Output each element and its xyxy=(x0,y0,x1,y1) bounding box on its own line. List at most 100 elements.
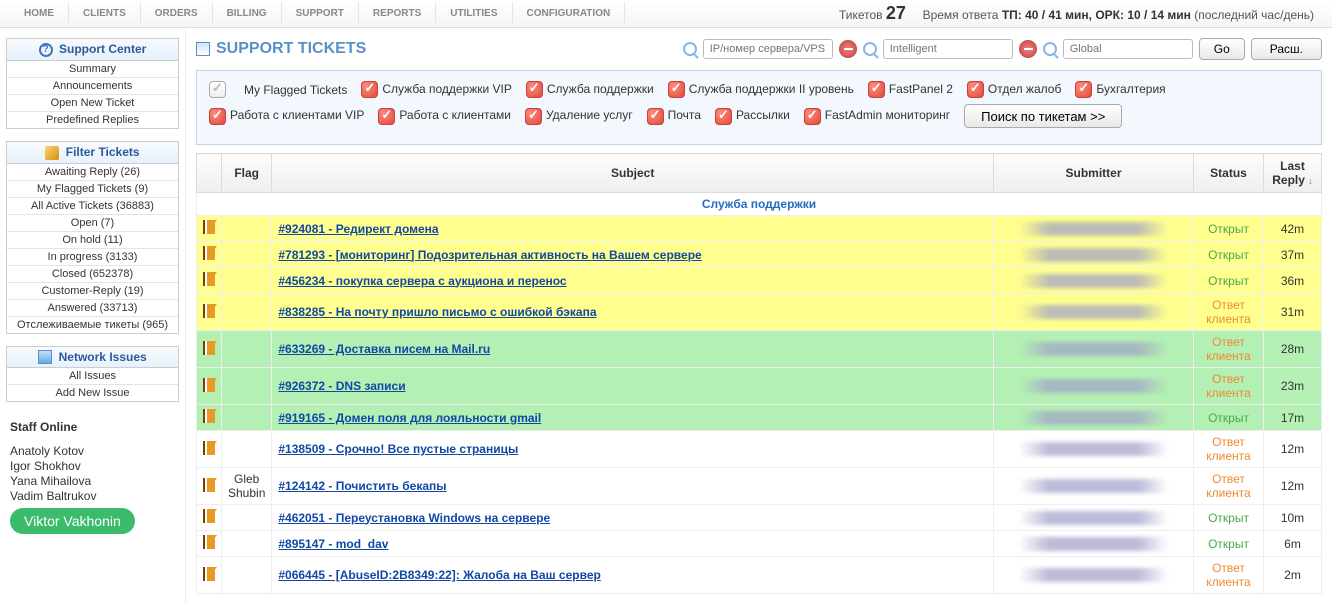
checkbox-icon[interactable] xyxy=(361,81,378,98)
extended-search-button[interactable]: Расш. xyxy=(1251,38,1322,60)
sidebar-item[interactable]: On hold (11) xyxy=(7,232,178,249)
th-subject[interactable]: Subject xyxy=(272,154,994,193)
filter-label: Удаление услуг xyxy=(546,108,633,122)
ticket-link[interactable]: #633269 - Доставка писем на Mail.ru xyxy=(278,342,490,356)
ticket-row[interactable]: #838285 - На почту пришло письмо с ошибк… xyxy=(197,294,1322,331)
nav-tab[interactable]: HOME xyxy=(10,2,69,25)
sidebar-item[interactable]: Open New Ticket xyxy=(7,95,178,112)
checkbox-icon[interactable] xyxy=(525,108,542,125)
sidebar-item[interactable]: Announcements xyxy=(7,78,178,95)
ticket-link[interactable]: #066445 - [AbuseID:2B8349:22]: Жалоба на… xyxy=(278,568,600,582)
ticket-row[interactable]: #926372 - DNS записиОтвет клиента23m xyxy=(197,368,1322,405)
ticket-link[interactable]: #456234 - покупка сервера с аукциона и п… xyxy=(278,274,566,288)
filter-label: Почта xyxy=(668,108,701,122)
ticket-link[interactable]: #838285 - На почту пришло письмо с ошибк… xyxy=(278,305,596,319)
flag-icon[interactable] xyxy=(203,409,215,423)
checkbox-icon[interactable] xyxy=(1075,81,1092,98)
submitter-blurred xyxy=(1019,222,1169,236)
ticket-row[interactable]: #066445 - [AbuseID:2B8349:22]: Жалоба на… xyxy=(197,557,1322,594)
th-submitter[interactable]: Submitter xyxy=(994,154,1194,193)
nav-tab[interactable]: REPORTS xyxy=(359,2,436,25)
clear-button-2[interactable] xyxy=(1019,40,1037,58)
flag-icon[interactable] xyxy=(203,535,215,549)
flag-icon[interactable] xyxy=(203,441,215,455)
sidebar-item[interactable]: Отслеживаемые тикеты (965) xyxy=(7,317,178,333)
sidebar-item[interactable]: In progress (3133) xyxy=(7,249,178,266)
th-status[interactable]: Status xyxy=(1194,154,1264,193)
ticket-row[interactable]: #919165 - Домен поля для лояльности gmai… xyxy=(197,405,1322,431)
header-stats: Тикетов 27 Время ответа ТП: 40 / 41 мин,… xyxy=(839,3,1322,24)
checkbox-icon[interactable] xyxy=(715,108,732,125)
sidebar-item[interactable]: Add New Issue xyxy=(7,385,178,401)
ticket-link[interactable]: #138509 - Срочно! Все пустые страницы xyxy=(278,442,518,456)
sidebar-item[interactable]: Customer-Reply (19) xyxy=(7,283,178,300)
flag-icon[interactable] xyxy=(203,304,215,318)
ticket-row[interactable]: Gleb Shubin#124142 - Почистить бекапыОтв… xyxy=(197,468,1322,505)
checkbox-icon[interactable] xyxy=(967,81,984,98)
flag-icon[interactable] xyxy=(203,478,215,492)
flag-icon[interactable] xyxy=(203,567,215,581)
status-cell: Ответ клиента xyxy=(1194,331,1264,368)
ticket-link[interactable]: #462051 - Переустановка Windows на серве… xyxy=(278,511,550,525)
ticket-row[interactable]: #895147 - mod_davОткрыт6m xyxy=(197,531,1322,557)
flag-icon[interactable] xyxy=(203,378,215,392)
search-icon xyxy=(683,42,697,56)
clear-button-1[interactable] xyxy=(839,40,857,58)
flag-cell xyxy=(222,405,272,431)
checkbox-icon[interactable] xyxy=(378,108,395,125)
th-last-reply[interactable]: Last Reply xyxy=(1264,154,1322,193)
ticket-link[interactable]: #919165 - Домен поля для лояльности gmai… xyxy=(278,411,541,425)
sidebar-item[interactable]: My Flagged Tickets (9) xyxy=(7,181,178,198)
nav-tab[interactable]: UTILITIES xyxy=(436,2,512,25)
ticket-row[interactable]: #633269 - Доставка писем на Mail.ru Ответ… xyxy=(197,331,1322,368)
search-tickets-button[interactable]: Поиск по тикетам >> xyxy=(964,104,1122,128)
sidebar-item[interactable]: Closed (652378) xyxy=(7,266,178,283)
checkbox-icon[interactable] xyxy=(668,81,685,98)
sidebar-item[interactable]: Open (7) xyxy=(7,215,178,232)
ticket-link[interactable]: #124142 - Почистить бекапы xyxy=(278,479,446,493)
search-ip-input[interactable] xyxy=(703,39,833,59)
submitter-blurred xyxy=(1019,442,1169,456)
ticket-row[interactable]: #781293 - [мониторинг] Подозрительная ак… xyxy=(197,242,1322,268)
flag-icon[interactable] xyxy=(203,509,215,523)
checkbox-icon[interactable] xyxy=(209,108,226,125)
flag-icon[interactable] xyxy=(203,246,215,260)
nav-tab[interactable]: CLIENTS xyxy=(69,2,141,25)
sidebar-item[interactable]: Summary xyxy=(7,61,178,78)
nav-tab[interactable]: ORDERS xyxy=(141,2,213,25)
search-global-input[interactable] xyxy=(1063,39,1193,59)
sidebar-item[interactable]: Awaiting Reply (26) xyxy=(7,164,178,181)
flag-cell xyxy=(222,368,272,405)
th-flag[interactable]: Flag xyxy=(222,154,272,193)
nav-tab[interactable]: SUPPORT xyxy=(282,2,359,25)
flag-icon[interactable] xyxy=(203,220,215,234)
nav-tab[interactable]: BILLING xyxy=(213,2,282,25)
checkbox-icon[interactable] xyxy=(526,81,543,98)
go-button[interactable]: Go xyxy=(1199,38,1245,60)
checkbox-icon[interactable] xyxy=(647,108,664,125)
flag-icon[interactable] xyxy=(203,272,215,286)
ticket-link[interactable]: #926372 - DNS записи xyxy=(278,379,405,393)
ticket-row[interactable]: #924081 - Редирект доменаОткрыт42m xyxy=(197,216,1322,242)
ticket-row[interactable]: #138509 - Срочно! Все пустые страницыОтв… xyxy=(197,431,1322,468)
ticket-link[interactable]: #924081 - Редирект домена xyxy=(278,222,438,236)
status-cell: Открыт xyxy=(1194,505,1264,531)
checkbox-icon[interactable] xyxy=(209,81,226,98)
checkbox-icon[interactable] xyxy=(804,108,821,125)
nav-tab[interactable]: CONFIGURATION xyxy=(513,2,626,25)
flag-cell xyxy=(222,557,272,594)
ticket-row[interactable]: #462051 - Переустановка Windows на серве… xyxy=(197,505,1322,531)
checkbox-icon[interactable] xyxy=(868,81,885,98)
sidebar-item[interactable]: All Active Tickets (36883) xyxy=(7,198,178,215)
flag-cell xyxy=(222,268,272,294)
sidebar-item[interactable]: All Issues xyxy=(7,368,178,385)
sidebar-item[interactable]: Predefined Replies xyxy=(7,112,178,128)
ticket-link[interactable]: #781293 - [мониторинг] Подозрительная ак… xyxy=(278,248,701,262)
search-icon xyxy=(1043,42,1057,56)
flag-icon[interactable] xyxy=(203,341,215,355)
sidebar-item[interactable]: Answered (33713) xyxy=(7,300,178,317)
ticket-row[interactable]: #456234 - покупка сервера с аукциона и п… xyxy=(197,268,1322,294)
ticket-link[interactable]: #895147 - mod_dav xyxy=(278,537,388,551)
submitter-blurred xyxy=(1019,248,1169,262)
search-intelligent-input[interactable] xyxy=(883,39,1013,59)
